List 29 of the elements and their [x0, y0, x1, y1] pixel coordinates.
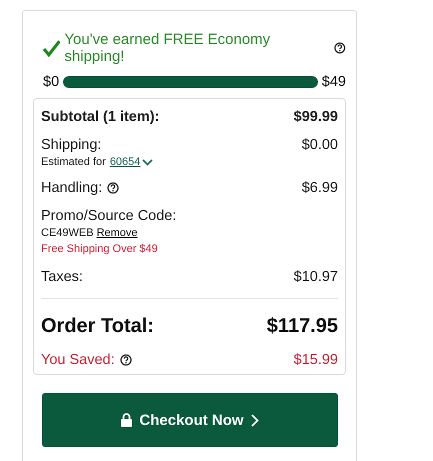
summary-label: Taxes: — [41, 269, 83, 285]
help-icon[interactable] — [107, 182, 120, 194]
chevron-right-icon — [250, 414, 259, 426]
range-end: $49 — [322, 74, 346, 90]
help-icon[interactable] — [120, 354, 132, 366]
zip-link[interactable]: 60654 — [110, 156, 140, 168]
summary-value: $99.99 — [294, 109, 338, 125]
summary-value: $6.99 — [302, 180, 338, 196]
shipping-message: You've earned FREE Economy shipping! — [64, 31, 272, 65]
chevron-down-icon[interactable] — [142, 158, 154, 166]
summary-label: Subtotal (1 item): — [41, 109, 160, 125]
estimate-note: Estimated for — [41, 156, 106, 168]
range-start: $0 — [43, 74, 60, 90]
help-icon[interactable] — [334, 42, 346, 54]
summary-label: Promo/Source Code: — [41, 208, 176, 224]
promo-code: CE49WEB — [41, 227, 94, 239]
summary-label: You Saved: — [41, 352, 115, 368]
summary-value: $15.99 — [294, 352, 338, 368]
checkmark-icon — [43, 40, 60, 56]
summary-value: $10.97 — [294, 269, 338, 285]
lock-icon — [121, 413, 132, 427]
summary-label: Order Total: — [41, 315, 154, 338]
checkout-button[interactable]: Checkout Now — [42, 393, 338, 447]
summary-value: $0.00 — [302, 137, 338, 153]
promo-note: Free Shipping Over $49 — [41, 243, 159, 255]
summary-value: $117.95 — [266, 315, 338, 338]
summary-label: Shipping: — [41, 137, 102, 153]
remove-link[interactable]: Remove — [96, 227, 138, 239]
summary-label: Handling: — [41, 180, 102, 196]
